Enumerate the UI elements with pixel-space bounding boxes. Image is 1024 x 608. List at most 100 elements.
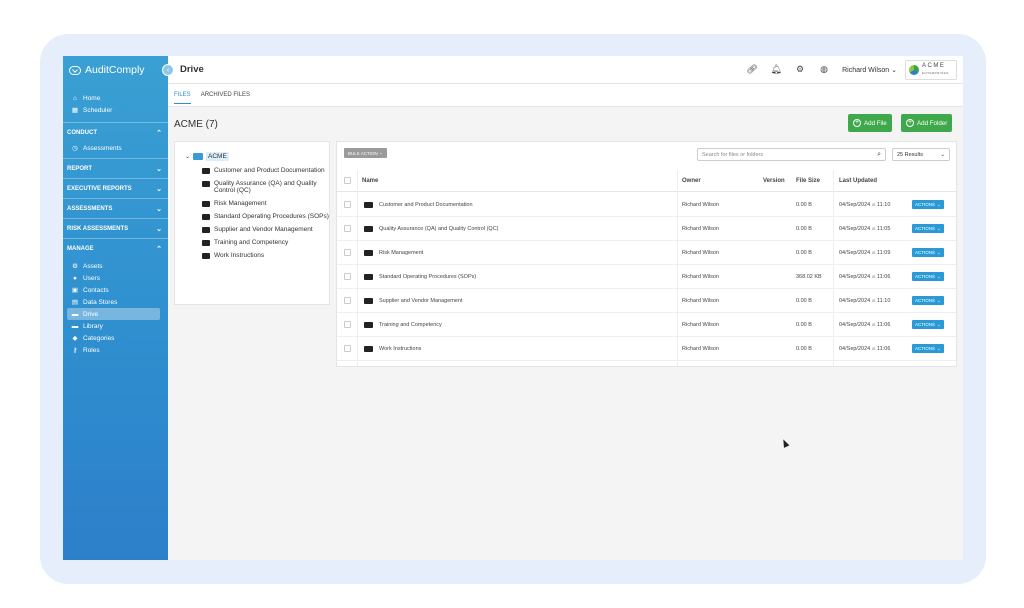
col-last-updated[interactable]: Last Updated <box>839 170 877 191</box>
row-date: 04/Sep/2024 <box>839 225 871 232</box>
tab-files[interactable]: FILES <box>174 92 191 104</box>
search-icon[interactable]: ⌕ <box>877 151 881 159</box>
row-name[interactable]: Training and Competency <box>379 322 442 328</box>
table-row[interactable]: Risk Management Richard Wilson 0.00 B 04/Se… <box>337 241 956 265</box>
tree-item[interactable]: Risk Management <box>202 200 329 207</box>
row-checkbox[interactable] <box>344 225 351 232</box>
table-row[interactable]: Quality Assurance (QA) and Quality Contr… <box>337 217 956 241</box>
row-checkbox[interactable] <box>344 297 351 304</box>
tree-item[interactable]: Standard Operating Procedures (SOPs) <box>202 213 329 220</box>
add-folder-button[interactable]: + Add Folder <box>901 114 953 132</box>
search-box[interactable]: Search for files or folders ⌕ <box>697 148 886 161</box>
row-checkbox[interactable] <box>344 345 351 352</box>
table-row[interactable]: Supplier and Vendor Management Richard Wi… <box>337 289 956 313</box>
chevron-down-icon: ⌄ <box>379 150 383 155</box>
folder-icon <box>202 240 210 246</box>
chevron-down-icon: ⌄ <box>937 201 941 207</box>
col-owner[interactable]: Owner <box>682 170 701 191</box>
row-name[interactable]: Work Instructions <box>379 346 421 352</box>
plus-icon: + <box>906 119 914 127</box>
actions-button[interactable]: ACTIONS ⌄ <box>912 320 944 329</box>
globe-icon[interactable]: ◍ <box>812 64 836 75</box>
section-label: CONDUCT <box>67 129 97 136</box>
results-value: 25 Results <box>897 151 923 158</box>
row-file-size: 0.00 B <box>796 321 812 328</box>
key-icon: ⚷ <box>72 347 78 354</box>
sidebar-item-assets[interactable]: ⚙ Assets <box>63 260 168 272</box>
section-conduct[interactable]: CONDUCT ⌃ <box>63 122 168 142</box>
bulk-action-button[interactable]: BULK ACTION ⌄ <box>344 148 387 158</box>
row-date: 04/Sep/2024 <box>839 273 871 280</box>
row-name[interactable]: Standard Operating Procedures (SOPs) <box>379 274 476 280</box>
row-checkbox[interactable] <box>344 321 351 328</box>
table-row[interactable]: Customer and Product Documentation Richar… <box>337 193 956 217</box>
sidebar-item-data-stores[interactable]: ▤ Data Stores <box>63 296 168 308</box>
user-menu[interactable]: Richard Wilson ⌄ <box>842 66 897 74</box>
tree-item-label: Supplier and Vendor Management <box>214 226 313 233</box>
actions-button[interactable]: ACTIONS ⌄ <box>912 248 944 257</box>
tab-archived-files[interactable]: ARCHIVED FILES <box>201 92 250 104</box>
tree-item[interactable]: Supplier and Vendor Management <box>202 226 329 233</box>
row-last-updated: 04/Sep/2024 at 11:06 <box>839 313 890 336</box>
manage-items: ⚙ Assets ● Users ▣ Contacts ▤ Data Store… <box>63 258 168 356</box>
col-name[interactable]: Name <box>362 170 378 191</box>
sidebar-item-drive[interactable]: ▬ Drive <box>67 308 160 320</box>
sidebar-item-label: Users <box>83 274 100 282</box>
folder-open-icon <box>193 153 204 160</box>
sidebar-item-contacts[interactable]: ▣ Contacts <box>63 284 168 296</box>
actions-button[interactable]: ACTIONS ⌄ <box>912 344 944 353</box>
row-name[interactable]: Risk Management <box>379 250 423 256</box>
row-at: at <box>871 322 876 327</box>
col-file-size[interactable]: File Size <box>796 170 820 191</box>
table-row[interactable]: Work Instructions Richard Wilson 0.00 B 04/… <box>337 337 956 361</box>
table-row[interactable]: Training and Competency Richard Wilson 0.0… <box>337 313 956 337</box>
add-file-button[interactable]: + Add File <box>848 114 892 132</box>
row-checkbox[interactable] <box>344 249 351 256</box>
folder-icon <box>364 201 373 208</box>
top-header: Drive 🔗︎ 🔔︎ ⚙ ◍ Richard Wilson ⌄ ACME ENT… <box>168 56 963 84</box>
chevron-up-icon: ⌃ <box>156 129 162 137</box>
row-name[interactable]: Supplier and Vendor Management <box>379 298 462 304</box>
chevron-down-icon[interactable]: ⌄ <box>185 153 190 160</box>
tree-item[interactable]: Work Instructions <box>202 252 329 259</box>
tree-item[interactable]: Training and Competency <box>202 239 329 246</box>
tree-item[interactable]: Quality Assurance (QA) and Quality Contr… <box>202 180 329 194</box>
brand[interactable]: AuditComply <box>63 56 168 84</box>
col-version[interactable]: Version <box>763 170 785 191</box>
folder-icon <box>364 345 373 352</box>
sidebar-item-assessments[interactable]: ◷ Assessments <box>63 142 168 154</box>
actions-button[interactable]: ACTIONS ⌄ <box>912 272 944 281</box>
row-last-updated: 04/Sep/2024 at 11:05 <box>839 217 890 240</box>
tree-item[interactable]: Customer and Product Documentation <box>202 167 329 174</box>
row-name[interactable]: Customer and Product Documentation <box>379 202 473 208</box>
row-checkbox[interactable] <box>344 273 351 280</box>
tree-root[interactable]: ⌄ ACME <box>185 152 329 161</box>
section-risk-assessments[interactable]: RISK ASSESSMENTS ⌄ <box>63 218 168 238</box>
section-manage[interactable]: MANAGE ⌃ <box>63 238 168 258</box>
section-assessments[interactable]: ASSESSMENTS ⌄ <box>63 198 168 218</box>
sidebar-item-users[interactable]: ● Users <box>63 272 168 284</box>
sidebar-item-roles[interactable]: ⚷ Roles <box>63 344 168 356</box>
drive-tabs: FILES ARCHIVED FILES <box>174 92 250 104</box>
actions-button[interactable]: ACTIONS ⌄ <box>912 200 944 209</box>
bell-icon[interactable]: 🔔︎ <box>764 64 788 75</box>
table-row[interactable]: Standard Operating Procedures (SOPs) Rich… <box>337 265 956 289</box>
gear-icon[interactable]: ⚙ <box>788 64 812 75</box>
select-all-checkbox[interactable] <box>344 177 351 184</box>
folder-icon: ▬ <box>71 310 79 318</box>
search-input[interactable]: Search for files or folders <box>702 152 763 158</box>
actions-button[interactable]: ACTIONS ⌄ <box>912 224 944 233</box>
link-icon[interactable]: 🔗︎ <box>740 64 764 75</box>
sidebar-item-home[interactable]: ⌂ Home <box>63 92 168 104</box>
row-name[interactable]: Quality Assurance (QA) and Quality Contr… <box>379 226 499 232</box>
row-checkbox[interactable] <box>344 201 351 208</box>
section-executive-reports[interactable]: EXECUTIVE REPORTS ⌄ <box>63 178 168 198</box>
sidebar-item-scheduler[interactable]: ▦ Scheduler <box>63 104 168 116</box>
results-per-page-select[interactable]: 25 Results ⌄ <box>892 148 950 161</box>
sidebar-item-library[interactable]: ▬ Library <box>63 320 168 332</box>
section-report[interactable]: REPORT ⌄ <box>63 158 168 178</box>
actions-button[interactable]: ACTIONS ⌄ <box>912 296 944 305</box>
sidebar-collapse-button[interactable]: ‹ <box>162 64 174 76</box>
tag-icon: ◆ <box>72 335 78 342</box>
sidebar-item-categories[interactable]: ◆ Categories <box>63 332 168 344</box>
